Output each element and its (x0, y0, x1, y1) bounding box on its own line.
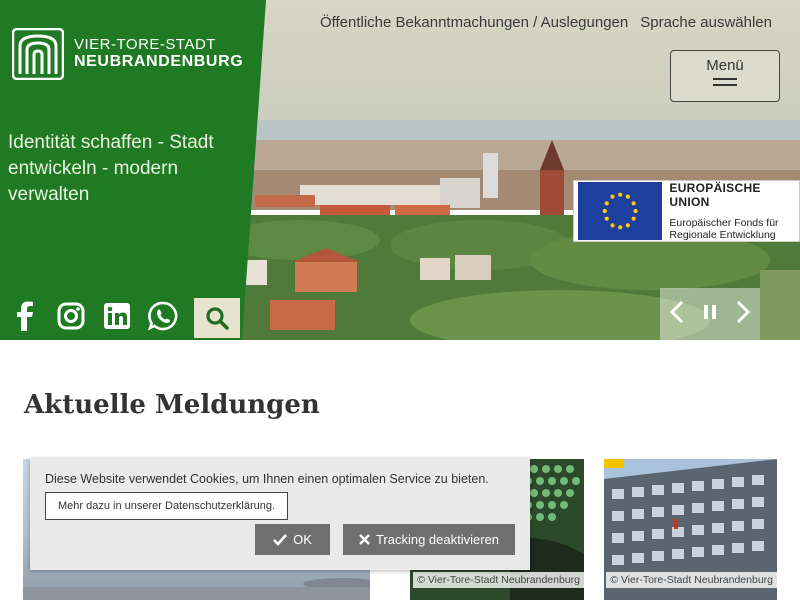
slider-controls (660, 288, 760, 340)
category-tag (604, 459, 624, 468)
privacy-policy-link[interactable]: Mehr dazu in unserer Datenschutzerklärun… (45, 492, 289, 520)
next-slide-button[interactable] (735, 300, 751, 329)
eu-subtitle-1: Europäischer Fonds für (669, 217, 779, 229)
cookie-ok-button[interactable]: OK (255, 524, 330, 555)
checkmark-icon (273, 533, 288, 546)
eu-title: EUROPÄISCHE UNION (669, 181, 761, 209)
language-select[interactable]: Sprache auswählen (640, 14, 772, 31)
cookie-banner: Diese Website verwendet Cookies, um Ihne… (30, 458, 530, 570)
logo-text: VIER-TORE-STADT NEUBRANDENBURG (74, 35, 244, 71)
tracking-disable-button[interactable]: Tracking deaktivieren (343, 524, 515, 555)
tracking-disable-label: Tracking deaktivieren (375, 532, 500, 547)
hero-tagline: Identität schaffen - Stadt entwickeln - … (8, 132, 214, 205)
hamburger-icon (713, 78, 737, 86)
instagram-icon[interactable] (56, 298, 86, 334)
news-card-image[interactable]: © Vier-Tore-Stadt Neubrandenburg (604, 459, 777, 600)
chevron-right-icon (736, 300, 751, 323)
whatsapp-icon[interactable] (148, 298, 178, 334)
logo-line-2: NEUBRANDENBURG (74, 53, 244, 71)
eu-funding-badge: EUROPÄISCHE UNION Europäischer Fonds für… (573, 180, 800, 242)
eu-flag-icon (578, 182, 663, 240)
eu-text: EUROPÄISCHE UNION Europäischer Fonds für… (669, 181, 799, 241)
menu-button[interactable]: Menü (670, 50, 780, 102)
cookie-message: Diese Website verwendet Cookies, um Ihne… (45, 472, 489, 486)
hero-slider: VIER-TORE-STADT NEUBRANDENBURG Identität… (0, 0, 800, 340)
pause-icon (704, 304, 716, 319)
top-navigation: Öffentliche Bekanntmachungen / Auslegung… (320, 14, 772, 31)
menu-label: Menü (706, 57, 744, 74)
cookie-ok-label: OK (293, 532, 312, 547)
news-heading: Aktuelle Meldungen (24, 390, 320, 420)
linkedin-icon[interactable] (102, 298, 132, 334)
social-links (10, 298, 178, 334)
announcements-link[interactable]: Öffentliche Bekanntmachungen / Auslegung… (320, 14, 628, 31)
pause-slide-button[interactable] (703, 304, 717, 325)
close-icon (359, 534, 370, 545)
logo-line-1: VIER-TORE-STADT (74, 35, 216, 53)
image-copyright: © Vier-Tore-Stadt Neubrandenburg (413, 572, 584, 588)
prev-slide-button[interactable] (669, 300, 685, 329)
logo-emblem-icon (12, 28, 64, 80)
page: VIER-TORE-STADT NEUBRANDENBURG Identität… (0, 0, 800, 600)
search-icon (206, 307, 229, 330)
eu-subtitle-2: Regionale Entwicklung (669, 229, 776, 241)
city-logo[interactable]: VIER-TORE-STADT NEUBRANDENBURG (12, 28, 243, 80)
search-button[interactable] (194, 298, 240, 338)
chevron-left-icon (669, 300, 684, 323)
image-copyright: © Vier-Tore-Stadt Neubrandenburg (606, 572, 777, 588)
facebook-icon[interactable] (10, 298, 40, 334)
